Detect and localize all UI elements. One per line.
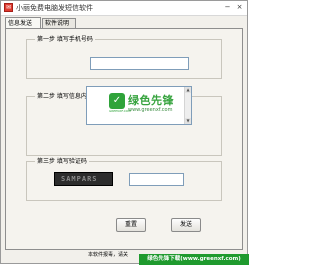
watermark: ✓ GREENXF.COM 绿色先锋 www.greenxf.com [109,92,193,118]
window-title: 小丽免费电脑发短信软件 [16,4,93,12]
minimize-button[interactable]: − [223,3,232,12]
watermark-url: www.greenxf.com [128,107,173,113]
title-bar: ✉ 小丽免费电脑发短信软件 − × [1,1,247,16]
scroll-down-arrow-icon[interactable]: ▼ [185,118,191,124]
footer-notice: 本软件报毒，请关 [88,252,129,258]
tab-software-info[interactable]: 软件说明 [42,18,76,28]
site-banner: 绿色先锋下载(www.greenxf.com) [139,254,249,265]
reset-button[interactable]: 重置 [116,218,146,232]
watermark-title: 绿色先锋 [128,94,174,107]
code-step-label: 第三步 填写验证码 [35,158,89,165]
phone-number-input[interactable] [90,57,189,70]
captcha-text: SAMPARS [61,175,98,183]
captcha-image[interactable]: SAMPARS [54,172,113,186]
verification-code-input[interactable] [129,173,184,186]
app-window: ✉ 小丽免费电脑发短信软件 − × 信息发送 软件说明 第一步 填写手机号码 第… [0,0,249,265]
send-button[interactable]: 发送 [171,218,201,232]
watermark-logo-icon: ✓ [109,93,125,109]
phone-step-label: 第一步 填写手机号码 [35,36,95,43]
close-button[interactable]: × [235,3,244,12]
app-icon: ✉ [4,3,13,12]
